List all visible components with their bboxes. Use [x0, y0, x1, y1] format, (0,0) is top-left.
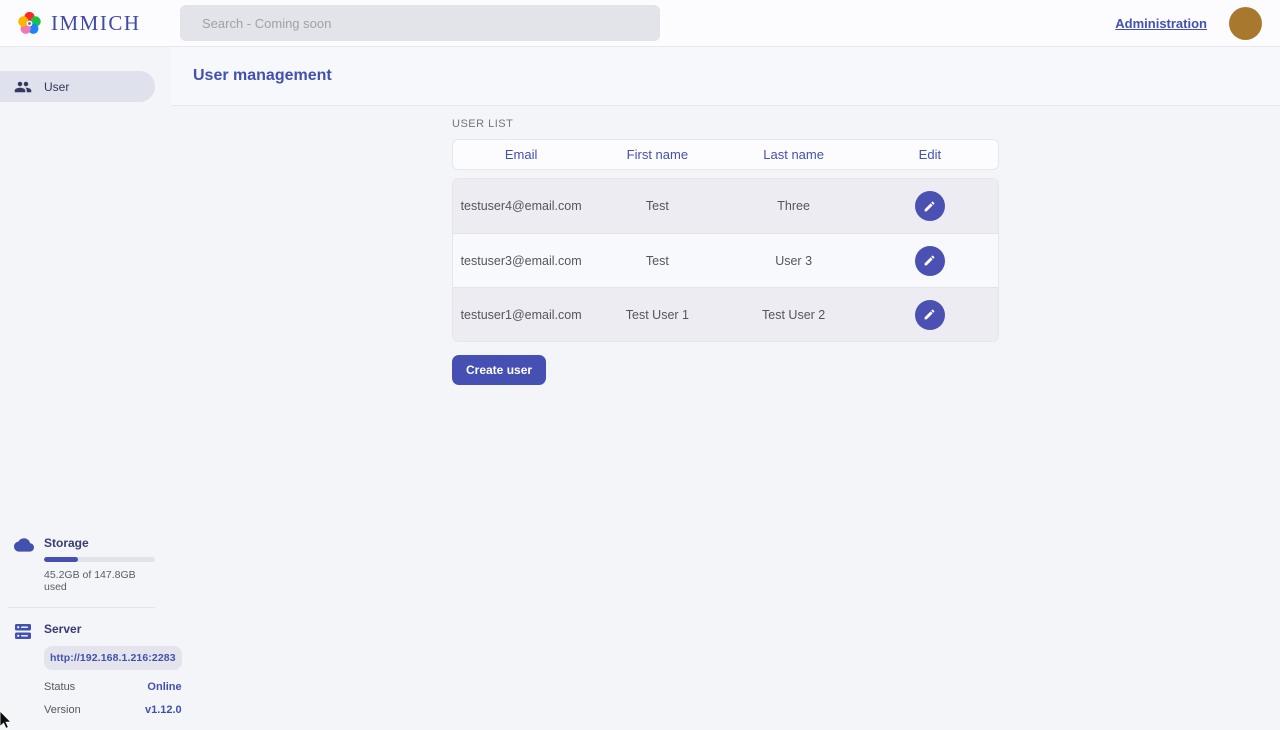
edit-user-button[interactable] [915, 300, 945, 330]
immich-logo-icon [16, 10, 43, 37]
status-label: Status [44, 681, 75, 693]
user-last-name: Three [726, 199, 862, 213]
brand-name: IMMICH [51, 11, 141, 36]
column-header-last-name: Last name [726, 147, 862, 162]
user-email: testuser3@email.com [453, 254, 589, 268]
server-version-row: Version v1.12.0 [44, 704, 182, 716]
storage-title: Storage [44, 536, 155, 550]
column-header-edit: Edit [862, 147, 998, 162]
user-last-name: User 3 [726, 254, 862, 268]
topbar-right: Administration [1115, 7, 1262, 40]
administration-link[interactable]: Administration [1115, 16, 1207, 31]
pencil-icon [923, 200, 936, 213]
brand[interactable]: IMMICH [16, 10, 164, 37]
user-first-name: Test [589, 254, 725, 268]
server-panel: Server http://192.168.1.216:2283 Status … [0, 622, 171, 716]
sidebar-item-label: User [44, 80, 69, 94]
main-header: User management [171, 47, 1280, 106]
topbar: IMMICH Administration [0, 0, 1280, 47]
sidebar-item-user[interactable]: User [0, 71, 155, 102]
main-panel: User management USER LIST Email First na… [171, 47, 1280, 730]
server-icon [14, 623, 32, 640]
server-title: Server [44, 622, 182, 636]
storage-progress-fill [44, 557, 78, 562]
version-label: Version [44, 704, 81, 716]
storage-usage-text: 45.2GB of 147.8GB used [44, 569, 155, 593]
pencil-icon [923, 254, 936, 267]
search-input[interactable] [180, 5, 660, 41]
sidebar: User Storage 45.2GB of 147.8GB [0, 47, 171, 730]
pencil-icon [923, 308, 936, 321]
sidebar-divider [8, 607, 155, 608]
user-last-name: Test User 2 [726, 308, 862, 322]
table-header: Email First name Last name Edit [452, 139, 999, 170]
edit-user-button[interactable] [915, 191, 945, 221]
user-avatar[interactable] [1229, 7, 1262, 40]
user-first-name: Test User 1 [589, 308, 725, 322]
user-list-label: USER LIST [452, 118, 999, 130]
users-icon [14, 78, 32, 96]
sidebar-bottom: Storage 45.2GB of 147.8GB used [0, 536, 171, 730]
column-header-first-name: First name [589, 147, 725, 162]
column-header-email: Email [453, 147, 589, 162]
server-url-chip: http://192.168.1.216:2283 [44, 646, 182, 670]
table-row: testuser3@email.com Test User 3 [453, 233, 998, 287]
content-area: USER LIST Email First name Last name Edi… [171, 106, 1280, 730]
user-first-name: Test [589, 199, 725, 213]
user-email: testuser1@email.com [453, 308, 589, 322]
create-user-button[interactable]: Create user [452, 355, 546, 385]
user-table: testuser4@email.com Test Three [452, 178, 999, 342]
cloud-icon [14, 537, 34, 552]
server-status-row: Status Online [44, 681, 182, 693]
user-email: testuser4@email.com [453, 199, 589, 213]
storage-progress-bar [44, 557, 155, 562]
edit-user-button[interactable] [915, 246, 945, 276]
table-row: testuser1@email.com Test User 1 Test Use… [453, 287, 998, 341]
table-row: testuser4@email.com Test Three [453, 179, 998, 233]
page-title: User management [193, 67, 332, 85]
storage-panel: Storage 45.2GB of 147.8GB used [0, 536, 171, 593]
